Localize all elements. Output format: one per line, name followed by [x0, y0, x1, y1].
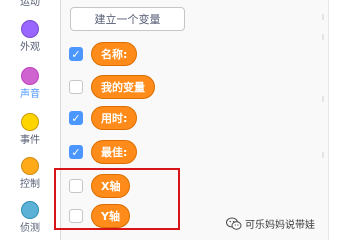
checkmark-icon: ✓ — [71, 111, 81, 125]
scrollbar-dash — [322, 14, 324, 20]
highlight-box — [54, 168, 180, 230]
variable-checkbox[interactable] — [69, 80, 83, 94]
make-variable-button[interactable]: 建立一个变量 — [70, 7, 185, 31]
variable-row-name: ✓ 名称: — [69, 42, 138, 66]
checkmark-icon: ✓ — [71, 145, 81, 159]
variable-checkbox[interactable]: ✓ — [69, 47, 83, 61]
sensing-dot-icon — [21, 201, 39, 219]
control-dot-icon — [21, 157, 39, 175]
category-control-label: 控制 — [20, 179, 40, 190]
category-sound-label: 声音 — [20, 89, 40, 100]
category-events[interactable]: 事件 — [0, 111, 60, 149]
variable-row-time: ✓ 用时: — [69, 106, 138, 130]
variable-row-my-variable: 我的变量 — [69, 75, 155, 99]
category-sensing-label: 侦测 — [20, 223, 40, 234]
variable-checkbox[interactable]: ✓ — [69, 111, 83, 125]
script-workspace[interactable] — [328, 0, 342, 240]
category-sensing[interactable]: 侦测 — [0, 199, 60, 237]
scrollbar-dash — [322, 152, 324, 158]
variable-reporter[interactable]: 用时: — [91, 106, 138, 130]
watermark: 可乐妈妈说带娃 — [226, 216, 315, 231]
variable-reporter[interactable]: 最佳: — [91, 140, 138, 164]
wechat-icon — [226, 217, 242, 230]
category-control[interactable]: 控制 — [0, 155, 60, 193]
variable-checkbox[interactable]: ✓ — [69, 145, 83, 159]
category-sound[interactable]: 声音 — [0, 65, 60, 103]
category-motion-label: 运动 — [20, 0, 40, 8]
category-looks-label: 外观 — [20, 42, 40, 53]
scrollbar-dash — [322, 96, 324, 102]
variable-row-best: ✓ 最佳: — [69, 140, 138, 164]
category-events-label: 事件 — [20, 135, 40, 146]
variable-reporter[interactable]: 名称: — [91, 42, 138, 66]
looks-dot-icon — [21, 20, 39, 38]
sound-dot-icon — [21, 67, 39, 85]
category-sidebar: 运动 外观 声音 事件 控制 侦测 — [0, 0, 61, 240]
checkmark-icon: ✓ — [71, 47, 81, 61]
scrollbar-dash — [322, 34, 324, 40]
category-looks[interactable]: 外观 — [0, 18, 60, 56]
variable-reporter[interactable]: 我的变量 — [91, 75, 155, 99]
events-dot-icon — [21, 113, 39, 131]
watermark-text: 可乐妈妈说带娃 — [245, 220, 315, 231]
category-motion[interactable]: 运动 — [0, 0, 60, 12]
